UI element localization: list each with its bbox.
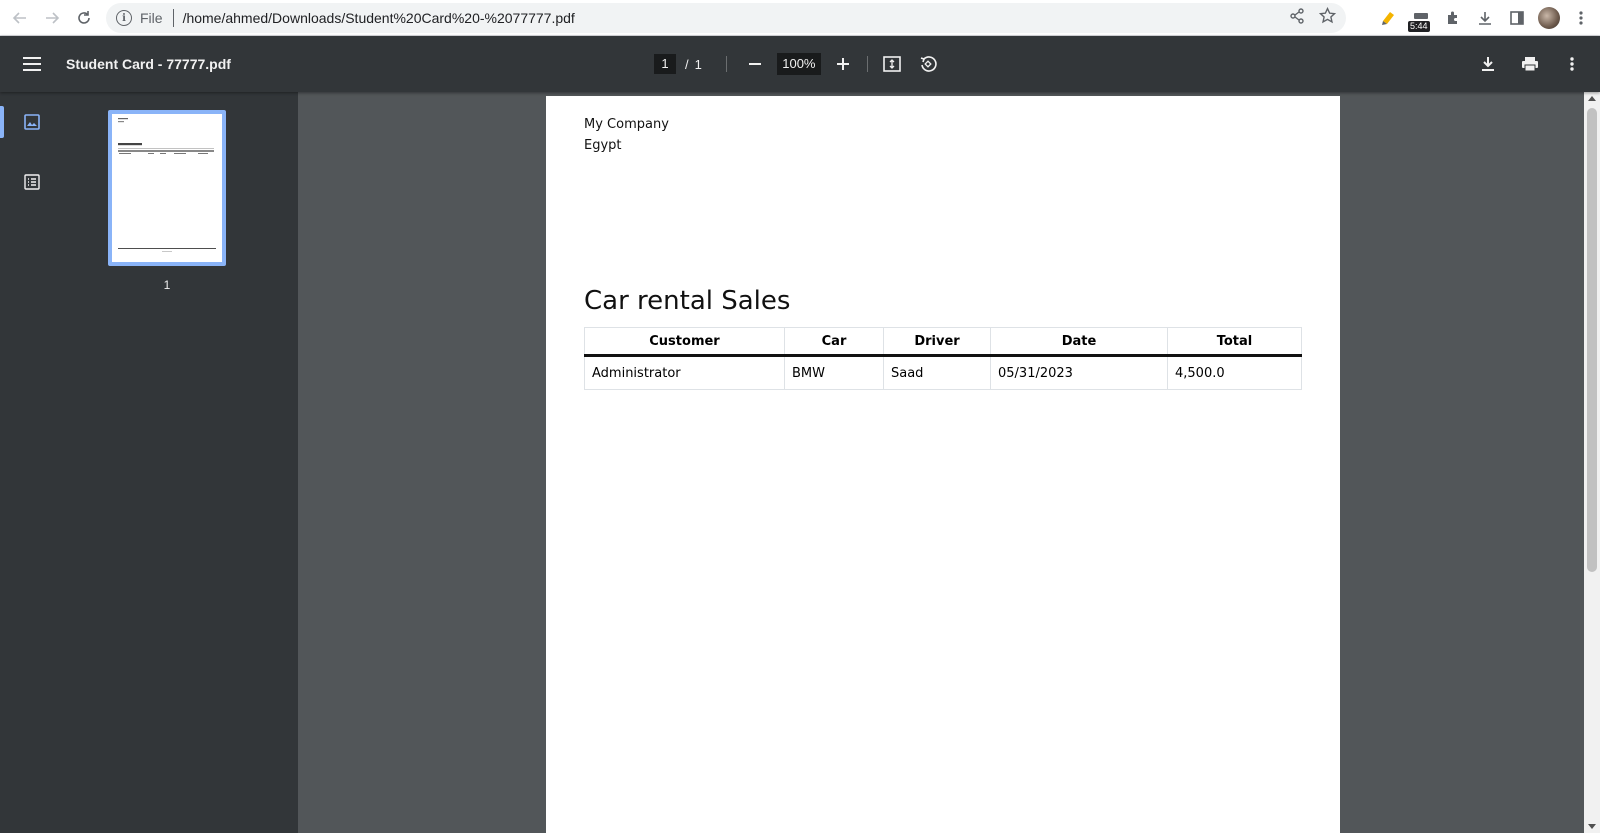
sales-table: Customer Car Driver Date Total Administr… — [584, 327, 1302, 390]
address-bar[interactable]: i File /home/ahmed/Downloads/Student%20C… — [106, 3, 1346, 33]
scroll-down-arrow-icon[interactable] — [1588, 824, 1596, 829]
fit-page-icon[interactable] — [878, 50, 906, 78]
table-header-row: Customer Car Driver Date Total — [584, 327, 1302, 357]
thumbnails-view-icon[interactable] — [22, 112, 42, 132]
scrollbar-thumb[interactable] — [1587, 108, 1597, 572]
zoom-level-input[interactable]: 100% — [776, 53, 821, 75]
scroll-up-arrow-icon[interactable] — [1588, 96, 1596, 101]
share-icon[interactable] — [1289, 7, 1305, 29]
url-scheme-label: File — [140, 10, 163, 26]
timer-badge: 5:44 — [1408, 21, 1430, 32]
thumbnail-page-number: 1 — [163, 278, 171, 292]
url-text[interactable]: /home/ahmed/Downloads/Student%20Card%20-… — [183, 10, 575, 26]
total-pages: 1 — [694, 56, 702, 72]
cell-car: BMW — [784, 355, 884, 390]
table-row: Administrator BMW Saad 05/31/2023 4,500.… — [584, 355, 1302, 390]
more-options-icon[interactable] — [1558, 50, 1586, 78]
column-header-customer: Customer — [584, 327, 785, 357]
pdf-page: My Company Egypt Car rental Sales Custom… — [546, 96, 1340, 833]
extensions-puzzle-icon[interactable] — [1442, 7, 1464, 29]
back-arrow-icon[interactable] — [4, 2, 36, 34]
print-icon[interactable] — [1516, 50, 1544, 78]
column-header-total: Total — [1167, 327, 1302, 357]
browser-menu-icon[interactable] — [1570, 7, 1592, 29]
pdf-viewer-area: My Company Egypt Car rental Sales Custom… — [298, 92, 1584, 833]
rail-active-indicator — [0, 106, 4, 138]
zoom-in-icon[interactable] — [829, 50, 857, 78]
company-name: My Company — [584, 117, 669, 132]
browser-toolbar: i File /home/ahmed/Downloads/Student%20C… — [0, 0, 1600, 36]
site-info-icon[interactable]: i — [116, 10, 132, 26]
sidebar-menu-icon[interactable] — [20, 52, 44, 76]
toolbar-divider — [866, 56, 868, 72]
sidebar-rail — [0, 92, 64, 833]
pdf-toolbar: Student Card - 77777.pdf 1 / 1 100% — [0, 36, 1600, 92]
download-icon[interactable] — [1474, 50, 1502, 78]
column-header-date: Date — [990, 327, 1168, 357]
side-panel-icon[interactable] — [1506, 7, 1528, 29]
timer-extension-icon[interactable]: 5:44 — [1408, 7, 1432, 32]
report-title: Car rental Sales — [584, 286, 791, 316]
column-header-driver: Driver — [883, 327, 991, 357]
highlighter-extension-icon[interactable] — [1378, 7, 1400, 29]
zoom-out-icon[interactable] — [741, 50, 769, 78]
thumbnail-sidebar: 1 — [0, 92, 298, 833]
vertical-scrollbar[interactable] — [1584, 92, 1600, 833]
toolbar-divider — [725, 56, 727, 72]
outline-view-icon[interactable] — [22, 172, 42, 192]
document-title: Student Card - 77777.pdf — [66, 56, 231, 72]
current-page-input[interactable]: 1 — [654, 54, 676, 74]
page-separator: / — [685, 56, 689, 72]
company-country: Egypt — [584, 138, 622, 153]
reload-icon[interactable] — [68, 2, 100, 34]
column-header-car: Car — [784, 327, 884, 357]
cell-total: 4,500.0 — [1167, 355, 1302, 390]
thumbnail-page-preview — [112, 114, 222, 262]
downloads-icon[interactable] — [1474, 7, 1496, 29]
rotate-icon[interactable] — [914, 50, 942, 78]
profile-avatar[interactable] — [1538, 7, 1560, 29]
url-divider — [172, 9, 174, 27]
bookmark-star-icon[interactable] — [1318, 6, 1337, 29]
cell-date: 05/31/2023 — [990, 355, 1168, 390]
cell-customer: Administrator — [584, 355, 785, 390]
page-thumbnail[interactable] — [108, 110, 226, 266]
forward-arrow-icon[interactable] — [36, 2, 68, 34]
cell-driver: Saad — [883, 355, 991, 390]
company-block: My Company Egypt — [584, 114, 669, 156]
